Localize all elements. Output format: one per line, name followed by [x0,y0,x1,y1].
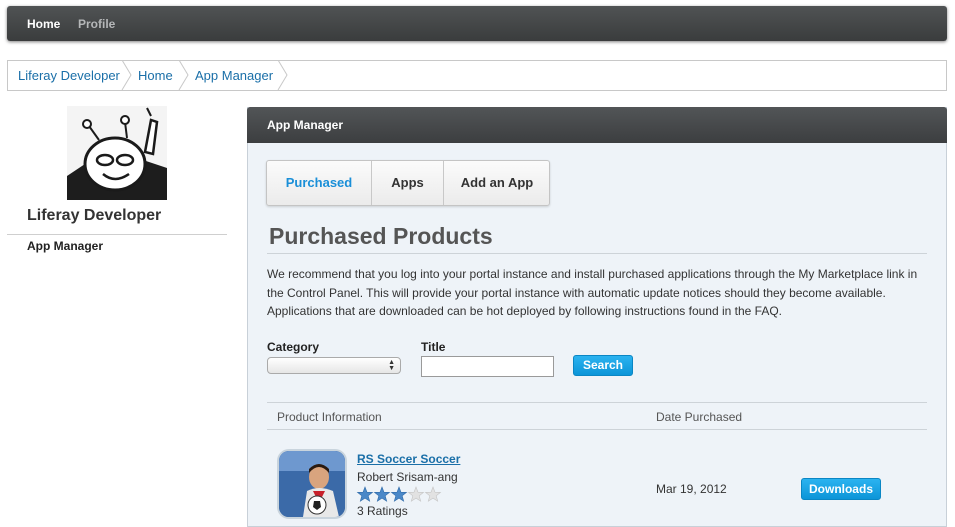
tab-purchased[interactable]: Purchased [267,161,371,205]
breadcrumb-item-home[interactable]: Home [138,68,173,83]
sidebar-site-name: Liferay Developer [27,207,162,224]
select-arrows-icon: ▲ ▼ [388,359,395,372]
title-input[interactable] [421,356,554,377]
table-header: Product Information Date Purchased [267,402,927,430]
site-avatar [67,106,167,200]
app-icon[interactable] [277,449,347,519]
product-author: Robert Srisam-ang [357,470,458,484]
date-purchased: Mar 19, 2012 [656,482,727,496]
portlet-title-bar: App Manager [247,107,947,143]
category-select[interactable]: ▲ ▼ [267,357,401,374]
search-button[interactable]: Search [573,355,633,376]
breadcrumb-separator-icon [120,60,134,91]
breadcrumb-item-site[interactable]: Liferay Developer [18,68,120,83]
title-divider [267,253,927,254]
intro-text: We recommend that you log into your port… [267,267,918,318]
breadcrumb: Liferay Developer Home App Manager [7,60,947,91]
breadcrumb-separator-icon [276,60,290,91]
star-icon [357,486,441,502]
nav-profile-link[interactable]: Profile [78,17,115,31]
nav-home-link[interactable]: Home [27,17,60,31]
portlet-title: App Manager [267,118,344,132]
breadcrumb-item-app-manager[interactable]: App Manager [195,68,273,83]
top-navigation: Home Profile [7,6,947,41]
tab-apps[interactable]: Apps [371,161,443,205]
ratings-count: 3 Ratings [357,504,408,518]
product-name-link[interactable]: RS Soccer Soccer [357,452,460,466]
rating-stars [356,485,446,503]
page-title: Purchased Products [269,223,493,249]
tab-add-an-app[interactable]: Add an App [443,161,550,205]
breadcrumb-separator-icon [177,60,191,91]
column-header-product-information: Product Information [277,410,382,424]
title-label: Title [421,340,446,354]
category-label: Category [267,340,320,354]
sidebar-divider [7,234,227,235]
sidebar-item-app-manager[interactable]: App Manager [27,239,103,253]
column-header-date-purchased: Date Purchased [656,410,743,424]
tab-bar: Purchased Apps Add an App [266,160,550,206]
downloads-button[interactable]: Downloads [801,478,881,500]
